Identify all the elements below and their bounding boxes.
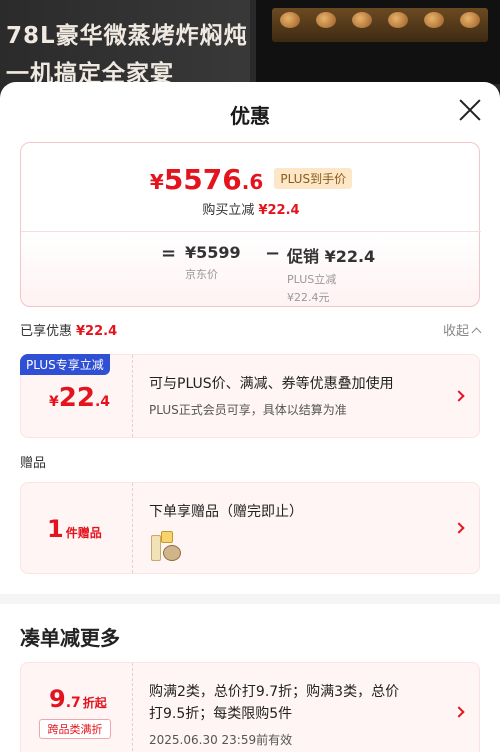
promo-label-2: ¥22.4元 (287, 291, 330, 304)
gift-count-text: 1 件赠品 (47, 515, 102, 543)
cross-category-tag: 跨品类满折 (39, 719, 111, 739)
promo-col: 促销 ¥22.4 PLUS立减 ¥22.4元 (287, 243, 375, 305)
price-cut-label: 购买立减 (202, 203, 255, 218)
discount-dec: .7 (65, 695, 81, 711)
close-icon[interactable] (458, 98, 482, 122)
gift-part (151, 535, 161, 561)
discount-rate: 9.7 折起 (49, 685, 107, 713)
gift-part (163, 545, 181, 561)
price-summary-card: ¥5576.6 PLUS到手价 购买立减 ¥22.4 = ¥5599 京东价 − … (20, 142, 481, 307)
final-price-int: 5576 (163, 163, 242, 196)
chevron-up-icon (471, 327, 482, 338)
discount-int: 9 (49, 685, 66, 713)
chevron-right-icon[interactable] (453, 390, 465, 402)
discount-line1: 购满2类，总价打9.7折；购满3类，总价 (149, 684, 400, 700)
gift-count-unit: 件赠品 (65, 526, 102, 540)
gift-section-label: 赠品 (20, 456, 47, 471)
food-item (280, 12, 300, 28)
equals-sign: = (161, 243, 177, 264)
gift-desc: 下单享赠品（赠完即止） (149, 501, 443, 570)
gift-icon (149, 529, 183, 563)
food-item (352, 12, 372, 28)
plus-offer-price: ¥22.4 (49, 383, 110, 413)
gift-offer-card[interactable]: 1 件赠品 下单享赠品（赠完即止） (20, 482, 480, 574)
discount-validity: 2025.06.30 23:59前有效 (149, 733, 293, 747)
cross-category-offer-card[interactable]: 9.7 折起 跨品类满折 购满2类，总价打9.7折；购满3类，总价 打9.5折；每… (20, 662, 480, 752)
currency-symbol: ¥ (149, 170, 164, 194)
oven-image (250, 0, 500, 90)
jd-price: ¥5599 (185, 243, 241, 262)
price-cut-value: ¥22.4 (258, 203, 300, 218)
plus-offer-line1: 可与PLUS价、满减、券等优惠叠加使用 (149, 376, 394, 392)
collapse-label: 收起 (442, 324, 469, 339)
plus-currency: ¥ (49, 394, 59, 410)
jd-price-col: ¥5599 京东价 (185, 243, 241, 282)
banner-title: 78L豪华微蒸烤炸焖炖 (6, 23, 248, 49)
applied-discount-row: 已享优惠 ¥22.4 收起 (20, 320, 482, 340)
gift-part (161, 531, 173, 543)
discount-amount: 9.7 折起 跨品类满折 (21, 663, 133, 752)
sheet-title: 优惠 (230, 104, 270, 128)
chevron-right-icon[interactable] (453, 522, 465, 534)
price-cut: 购买立减 ¥22.4 (21, 199, 481, 218)
plus-offer-desc: 可与PLUS价、满减、券等优惠叠加使用 PLUS正式会员可享，具体以结算为准 (149, 373, 443, 421)
section-separator (0, 594, 500, 604)
plus-offer-line2: PLUS正式会员可享，具体以结算为准 (149, 403, 347, 417)
chevron-right-icon[interactable] (453, 706, 465, 718)
gift-count: 1 件赠品 (21, 483, 133, 573)
plus-offer-amount: ¥22.4 (21, 355, 133, 437)
discount-sheet: 优惠 ¥5576.6 PLUS到手价 购买立减 ¥22.4 = ¥5599 京东价… (0, 82, 500, 752)
minus-sign: − (265, 243, 281, 264)
plus-amount-int: 22 (58, 383, 95, 413)
plus-price-tag: PLUS到手价 (274, 168, 353, 189)
food-item (388, 12, 408, 28)
collapse-button[interactable]: 收起 (442, 320, 482, 339)
promo-label-1: PLUS立减 (287, 273, 337, 286)
gift-count-num: 1 (47, 515, 64, 543)
divider (21, 231, 481, 232)
food-item (316, 12, 336, 28)
applied-value: ¥22.4 (76, 324, 118, 339)
promo-value: 促销 ¥22.4 (287, 247, 376, 266)
discount-unit: 折起 (82, 696, 107, 710)
oven-tray (272, 8, 488, 42)
applied-label: 已享优惠 (20, 324, 73, 339)
final-price: ¥5576.6 PLUS到手价 (21, 163, 481, 196)
food-item (460, 12, 480, 28)
final-price-dec: .6 (241, 170, 264, 194)
jd-price-label: 京东价 (185, 268, 218, 281)
plus-amount-dec: .4 (94, 394, 110, 410)
more-section-title: 凑单减更多 (20, 626, 120, 650)
plus-offer-card[interactable]: PLUS专享立减 ¥22.4 可与PLUS价、满减、券等优惠叠加使用 PLUS正… (20, 354, 480, 438)
gift-line1: 下单享赠品（赠完即止） (149, 504, 303, 520)
discount-desc: 购满2类，总价打9.7折；购满3类，总价 打9.5折；每类限购5件 2025.0… (149, 681, 443, 751)
discount-line2: 打9.5折；每类限购5件 (149, 706, 293, 722)
food-item (424, 12, 444, 28)
